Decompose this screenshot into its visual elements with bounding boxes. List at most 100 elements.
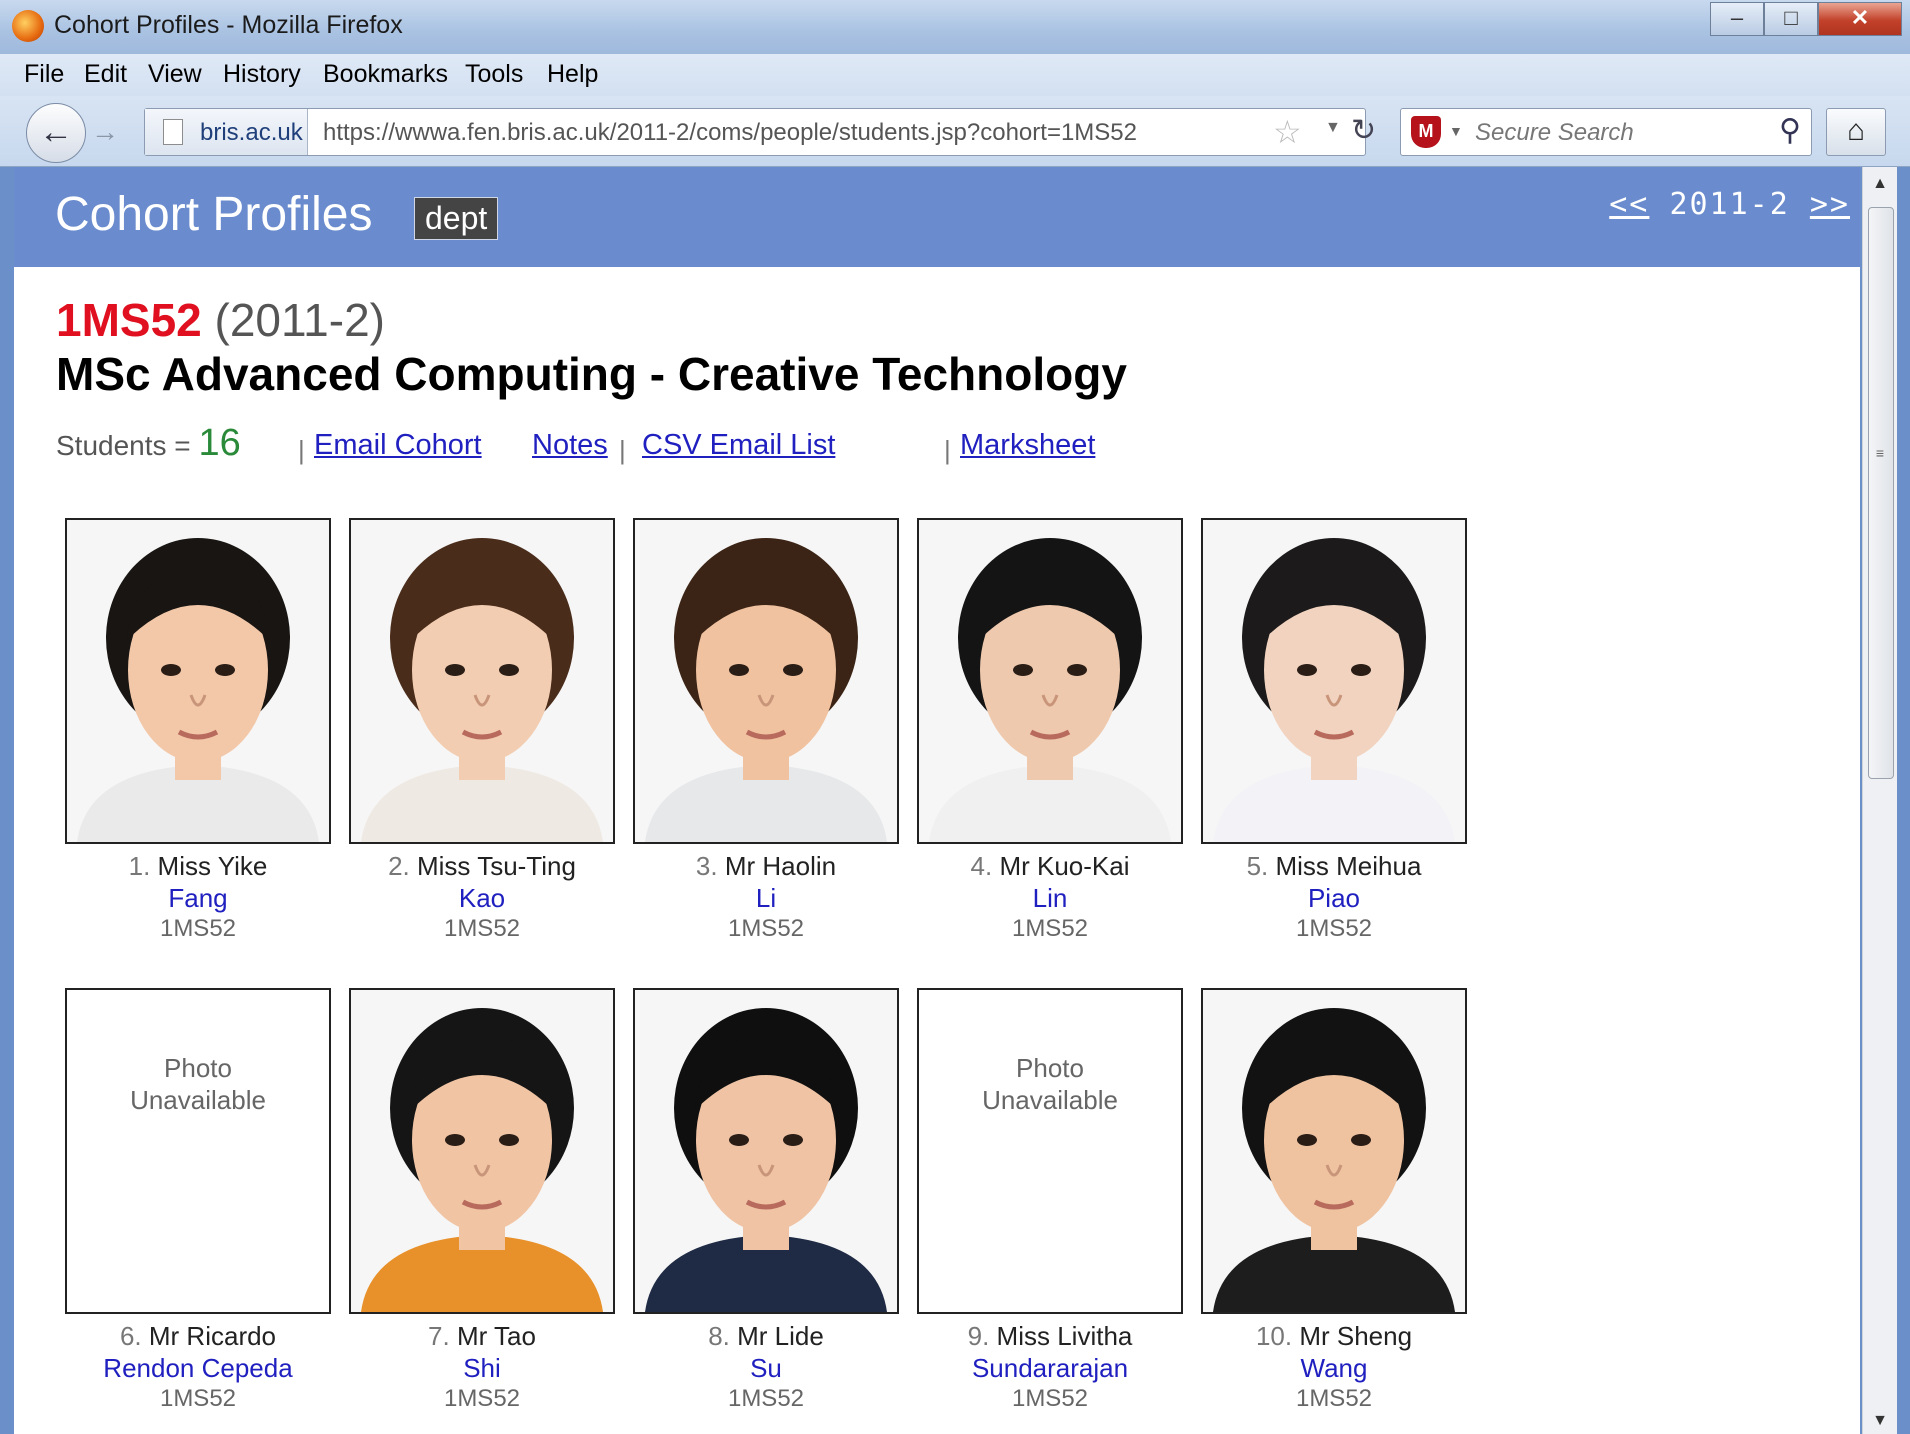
portrait-image	[67, 520, 329, 842]
dept-button[interactable]: dept	[414, 197, 499, 240]
email-cohort-link[interactable]: Email Cohort	[314, 429, 482, 462]
student-surname-link[interactable]: Sundararajan	[917, 1352, 1183, 1384]
student-card: 2. Miss Tsu-Ting Kao 1MS52	[349, 518, 615, 944]
cohort-code: 1MS52	[56, 294, 202, 346]
student-surname-link[interactable]: Li	[633, 882, 899, 914]
home-icon: ⌂	[1846, 114, 1866, 147]
menu-help[interactable]: Help	[547, 60, 598, 89]
menu-file[interactable]: File	[24, 60, 64, 89]
student-photo[interactable]	[633, 988, 899, 1314]
student-cohort-code: 1MS52	[1295, 915, 1373, 942]
page-viewport: Cohort Profiles dept << 2011-2 >> 1MS52 …	[14, 167, 1860, 1434]
student-name: 10. Mr Sheng	[1201, 1320, 1467, 1352]
photo-unavailable-line: Photo	[164, 1053, 232, 1083]
student-surname-link[interactable]: Kao	[349, 882, 615, 914]
close-button[interactable]: ✕	[1818, 2, 1902, 36]
menu-view[interactable]: View	[148, 60, 202, 89]
student-surname-link[interactable]: Shi	[349, 1352, 615, 1384]
student-photo[interactable]	[349, 518, 615, 844]
search-bar[interactable]: M ▼ Secure Search ⚲	[1400, 108, 1812, 156]
student-given-name: Mr Tao	[456, 1321, 536, 1351]
search-input[interactable]: Secure Search	[1475, 119, 1634, 147]
minimize-button[interactable]: –	[1710, 2, 1764, 36]
header-banner: Cohort Profiles dept << 2011-2 >>	[14, 167, 1860, 267]
student-cohort-code: 1MS52	[1011, 915, 1089, 942]
student-surname-link[interactable]: Fang	[65, 882, 331, 914]
student-given-name: Miss Yike	[157, 851, 268, 881]
student-number: 2.	[388, 851, 417, 881]
student-card: 10. Mr Sheng Wang 1MS52	[1201, 988, 1467, 1414]
student-surname-link[interactable]: Rendon Cepeda	[65, 1352, 331, 1384]
next-year-link[interactable]: >>	[1810, 187, 1850, 222]
history-dropdown-icon[interactable]: ▼	[1325, 119, 1341, 137]
address-bar[interactable]: bris.ac.uk https://wwwa.fen.bris.ac.uk/2…	[144, 108, 1376, 156]
student-name: 5. Miss Meihua	[1201, 850, 1467, 882]
scroll-down-icon[interactable]: ▼	[1863, 1412, 1897, 1430]
student-card: Photo Unavailable 9. Miss Livitha Sundarara…	[917, 988, 1183, 1414]
student-name: 6. Mr Ricardo	[65, 1320, 331, 1352]
notes-link[interactable]: Notes	[532, 429, 608, 462]
student-photo[interactable]: Photo Unavailable	[65, 988, 331, 1314]
page-title: Cohort Profiles	[55, 188, 373, 241]
scrollbar-thumb[interactable]	[1868, 207, 1894, 779]
url-text[interactable]: https://wwwa.fen.bris.ac.uk/2011-2/coms/…	[323, 119, 1137, 147]
student-card: Photo Unavailable 6. Mr Ricardo Rendon Cepe…	[65, 988, 331, 1414]
student-photo[interactable]: Photo Unavailable	[917, 988, 1183, 1314]
menu-bar: File Edit View History Bookmarks Tools H…	[0, 54, 1910, 96]
student-number: 3.	[695, 851, 725, 881]
student-name: 4. Mr Kuo-Kai	[917, 850, 1183, 882]
search-engine-dropdown-icon[interactable]: ▼	[1449, 123, 1463, 139]
firefox-logo-icon	[12, 10, 44, 42]
student-given-name: Mr Haolin	[724, 851, 837, 881]
student-surname-link[interactable]: Su	[633, 1352, 899, 1384]
bookmark-star-icon[interactable]: ☆	[1273, 113, 1302, 151]
mcafee-shield-icon[interactable]: M	[1411, 116, 1441, 148]
vertical-scrollbar[interactable]: ▲ ≡ ▼	[1862, 167, 1897, 1434]
student-surname-link[interactable]: Wang	[1201, 1352, 1467, 1384]
student-number: 8.	[708, 1321, 738, 1351]
student-card: 4. Mr Kuo-Kai Lin 1MS52	[917, 518, 1183, 944]
menu-bookmarks[interactable]: Bookmarks	[323, 60, 448, 89]
student-given-name: Mr Lide	[737, 1321, 824, 1351]
student-surname-link[interactable]: Piao	[1201, 882, 1467, 914]
student-photo[interactable]	[349, 988, 615, 1314]
separator: |	[298, 435, 305, 465]
menu-edit[interactable]: Edit	[84, 60, 127, 89]
student-cohort-code: 1MS52	[159, 1385, 237, 1412]
student-given-name: Miss Meihua	[1275, 851, 1422, 881]
student-card: 8. Mr Lide Su 1MS52	[633, 988, 899, 1414]
student-photo[interactable]	[1201, 518, 1467, 844]
student-surname-link[interactable]: Lin	[917, 882, 1183, 914]
student-card: 1. Miss Yike Fang 1MS52	[65, 518, 331, 944]
page-icon	[163, 119, 183, 145]
home-button[interactable]: ⌂	[1826, 108, 1886, 156]
csv-email-list-link[interactable]: CSV Email List	[642, 429, 835, 462]
student-photo[interactable]	[917, 518, 1183, 844]
prev-year-link[interactable]: <<	[1609, 187, 1649, 222]
menu-tools[interactable]: Tools	[465, 60, 523, 89]
student-given-name: Miss Tsu-Ting	[417, 851, 576, 881]
site-identity-button[interactable]: bris.ac.uk	[145, 109, 308, 155]
student-cohort-code: 1MS52	[1295, 1385, 1373, 1412]
student-cohort-code: 1MS52	[727, 1385, 805, 1412]
back-button[interactable]: ←	[26, 103, 86, 163]
student-number: 9.	[967, 1321, 997, 1351]
scroll-up-icon[interactable]: ▲	[1863, 175, 1897, 193]
reload-icon[interactable]: ↻	[1351, 113, 1376, 148]
site-domain: bris.ac.uk	[200, 119, 303, 146]
photo-unavailable-text: Photo Unavailable	[67, 1052, 329, 1116]
student-photo[interactable]	[633, 518, 899, 844]
maximize-button[interactable]: □	[1764, 2, 1818, 36]
menu-history[interactable]: History	[223, 60, 301, 89]
cohort-heading: 1MS52 (2011-2)	[56, 293, 385, 347]
year-navigation: << 2011-2 >>	[1609, 187, 1850, 222]
portrait-image	[351, 990, 613, 1312]
student-photo[interactable]	[1201, 988, 1467, 1314]
marksheet-link[interactable]: Marksheet	[960, 429, 1095, 462]
portrait-image	[635, 520, 897, 842]
forward-button[interactable]: →	[86, 114, 124, 150]
window-controls: – □ ✕	[1710, 2, 1902, 36]
student-photo[interactable]	[65, 518, 331, 844]
search-icon[interactable]: ⚲	[1779, 113, 1801, 148]
student-name: 7. Mr Tao	[349, 1320, 615, 1352]
